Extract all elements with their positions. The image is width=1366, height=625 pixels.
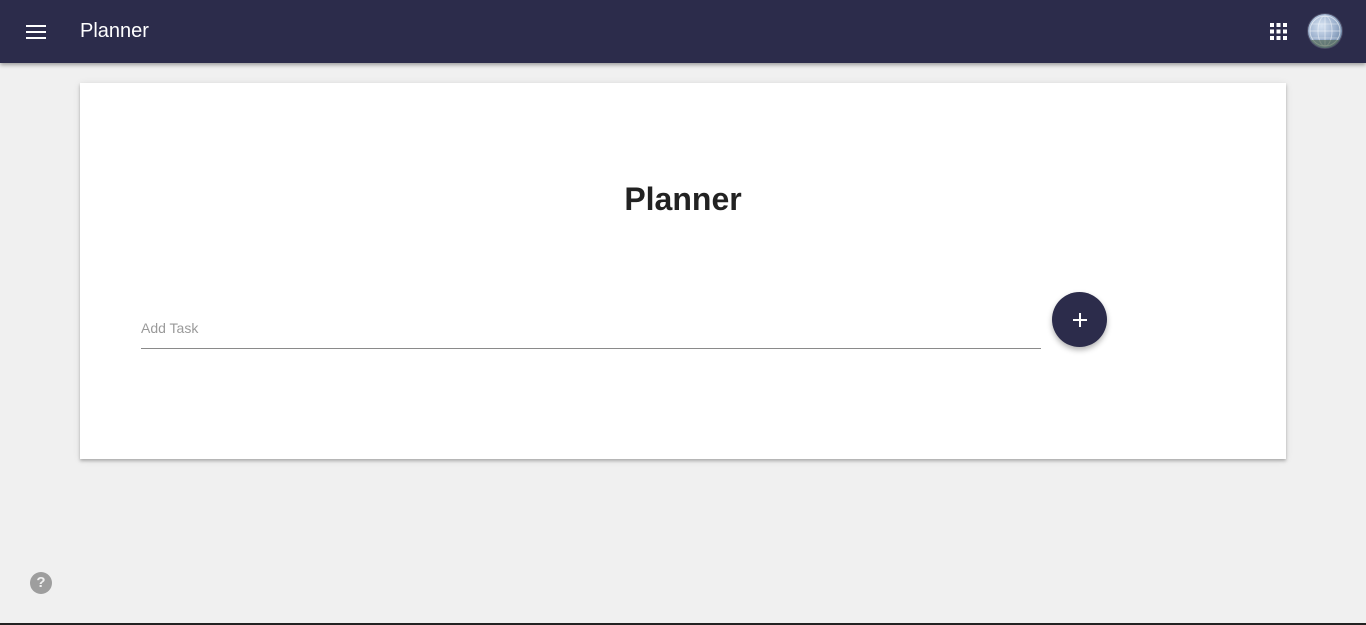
add-task-button[interactable]: [1052, 292, 1107, 347]
page-title: Planner: [624, 181, 742, 217]
menu-icon: [26, 25, 46, 39]
add-task-field: [141, 305, 1041, 349]
help-button[interactable]: ?: [30, 572, 52, 594]
apps-grid-icon: [1269, 22, 1287, 40]
globe-avatar-image: [1308, 15, 1342, 48]
planner-card: Planner: [80, 83, 1286, 459]
apps-button[interactable]: [1260, 13, 1296, 49]
app-title: Planner: [80, 20, 149, 42]
help-icon: ?: [36, 574, 46, 591]
user-avatar[interactable]: [1308, 14, 1342, 48]
top-app-bar: Planner: [0, 0, 1366, 63]
add-task-input[interactable]: [141, 317, 1041, 339]
plus-icon: [1072, 312, 1087, 327]
menu-button[interactable]: [18, 14, 54, 50]
